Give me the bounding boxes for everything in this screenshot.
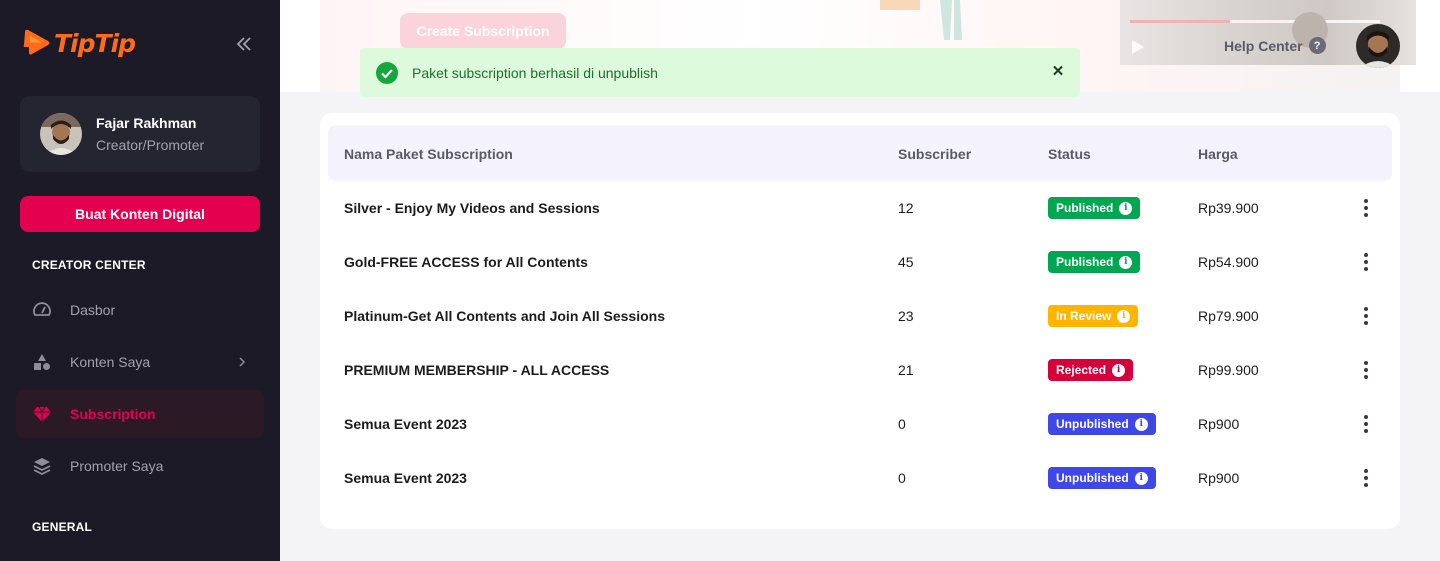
create-subscription-button[interactable]: Create Subscription bbox=[400, 13, 566, 49]
package-name: Silver - Enjoy My Videos and Sessions bbox=[344, 200, 600, 216]
help-center-label: Help Center bbox=[1224, 37, 1303, 54]
status-label: Unpublished bbox=[1056, 417, 1129, 431]
subscriber-count: 12 bbox=[898, 200, 914, 216]
package-price: Rp39.900 bbox=[1198, 200, 1259, 216]
column-header-subscriber: Subscriber bbox=[898, 146, 972, 162]
more-options-icon[interactable] bbox=[1356, 360, 1376, 380]
more-options-icon[interactable] bbox=[1356, 252, 1376, 272]
help-center-link[interactable]: Help Center ? bbox=[1224, 37, 1326, 54]
info-icon: i bbox=[1119, 255, 1133, 269]
column-header-name: Nama Paket Subscription bbox=[344, 146, 513, 162]
package-name: Semua Event 2023 bbox=[344, 416, 467, 432]
info-icon: i bbox=[1134, 417, 1148, 431]
package-price: Rp79.900 bbox=[1198, 308, 1259, 324]
table-row[interactable]: Semua Event 2023 0 Unpublished i Rp900 bbox=[328, 451, 1392, 505]
check-circle-icon bbox=[376, 62, 398, 84]
logo-wordmark: TipTip bbox=[54, 28, 136, 58]
profile-card[interactable]: Fajar Rakhman Creator/Promoter bbox=[20, 96, 260, 172]
status-badge[interactable]: In Review i bbox=[1048, 305, 1139, 327]
illustration-figure bbox=[880, 0, 962, 40]
info-icon: i bbox=[1112, 363, 1126, 377]
status-badge[interactable]: Unpublished i bbox=[1048, 413, 1156, 435]
more-options-icon[interactable] bbox=[1356, 198, 1376, 218]
package-name: Gold-FREE ACCESS for All Contents bbox=[344, 254, 588, 270]
subscription-table-card: Nama Paket Subscription Subscriber Statu… bbox=[320, 113, 1400, 529]
sidebar-item-label: Dasbor bbox=[70, 302, 116, 318]
table-row[interactable]: Semua Event 2023 0 Unpublished i Rp900 bbox=[328, 397, 1392, 451]
success-toast: Paket subscription berhasil di unpublish… bbox=[360, 48, 1080, 97]
status-label: Unpublished bbox=[1056, 471, 1129, 485]
layers-icon bbox=[33, 458, 51, 476]
sidebar-item-label: Promoter Saya bbox=[70, 458, 164, 474]
profile-role: Creator/Promoter bbox=[96, 137, 205, 153]
question-circle-icon: ? bbox=[1308, 37, 1326, 54]
package-price: Rp900 bbox=[1198, 470, 1240, 486]
table-row[interactable]: Silver - Enjoy My Videos and Sessions 12… bbox=[328, 181, 1392, 235]
create-digital-content-button[interactable]: Buat Konten Digital bbox=[20, 196, 260, 232]
package-name: Platinum-Get All Contents and Join All S… bbox=[344, 308, 666, 324]
subscriber-count: 21 bbox=[898, 362, 914, 378]
table-row[interactable]: PREMIUM MEMBERSHIP - ALL ACCESS 21 Rejec… bbox=[328, 343, 1392, 397]
double-chevron-left-icon[interactable] bbox=[234, 34, 254, 54]
more-options-icon[interactable] bbox=[1356, 468, 1376, 488]
sidebar-item-konten-saya[interactable]: Konten Saya bbox=[16, 338, 264, 386]
info-icon: i bbox=[1134, 471, 1148, 485]
sidebar-item-label: Konten Saya bbox=[70, 354, 151, 370]
package-price: Rp900 bbox=[1198, 416, 1240, 432]
toast-message: Paket subscription berhasil di unpublish bbox=[412, 65, 658, 81]
sidebar-item-promoter-saya[interactable]: Promoter Saya bbox=[16, 442, 264, 490]
chevron-right-icon bbox=[239, 357, 246, 367]
table-header: Nama Paket Subscription Subscriber Statu… bbox=[328, 125, 1392, 181]
subscriber-count: 0 bbox=[898, 416, 906, 432]
status-badge[interactable]: Unpublished i bbox=[1048, 467, 1156, 489]
more-options-icon[interactable] bbox=[1356, 414, 1376, 434]
info-icon: i bbox=[1117, 309, 1131, 323]
subscriber-count: 45 bbox=[898, 254, 914, 270]
subscriber-count: 23 bbox=[898, 308, 914, 324]
status-badge[interactable]: Rejected i bbox=[1048, 359, 1134, 381]
more-options-icon[interactable] bbox=[1356, 306, 1376, 326]
sidebar: TipTip Fajar Rakhman Creator/Promoter Bu… bbox=[0, 0, 280, 561]
status-label: Published bbox=[1056, 255, 1114, 269]
sidebar-item-dasbor[interactable]: Dasbor bbox=[16, 286, 264, 334]
tiptip-logo-icon bbox=[23, 29, 50, 55]
speedometer-icon bbox=[33, 302, 51, 316]
diamond-icon bbox=[33, 406, 51, 422]
table-row[interactable]: Gold-FREE ACCESS for All Contents 45 Pub… bbox=[328, 235, 1392, 289]
avatar bbox=[40, 113, 82, 155]
sidebar-item-label: Subscription bbox=[70, 406, 156, 422]
tiptip-logo[interactable]: TipTip bbox=[22, 28, 136, 58]
package-price: Rp54.900 bbox=[1198, 254, 1259, 270]
table-row[interactable]: Platinum-Get All Contents and Join All S… bbox=[328, 289, 1392, 343]
sidebar-item-subscription[interactable]: Subscription bbox=[16, 390, 264, 438]
user-avatar[interactable] bbox=[1356, 24, 1400, 68]
column-header-price: Harga bbox=[1198, 146, 1238, 162]
status-label: Rejected bbox=[1056, 363, 1107, 377]
package-price: Rp99.900 bbox=[1198, 362, 1259, 378]
status-badge[interactable]: Published i bbox=[1048, 197, 1141, 219]
shapes-icon bbox=[34, 354, 50, 370]
close-icon[interactable]: ✕ bbox=[1051, 64, 1065, 79]
status-label: In Review bbox=[1056, 309, 1112, 323]
section-label-creator-center: CREATOR CENTER bbox=[32, 258, 146, 272]
status-label: Published bbox=[1056, 201, 1114, 215]
package-name: Semua Event 2023 bbox=[344, 470, 467, 486]
profile-name: Fajar Rakhman bbox=[96, 115, 197, 131]
package-name: PREMIUM MEMBERSHIP - ALL ACCESS bbox=[344, 362, 610, 378]
section-label-general: GENERAL bbox=[32, 520, 93, 534]
info-icon: i bbox=[1119, 201, 1133, 215]
column-header-status: Status bbox=[1048, 146, 1091, 162]
status-badge[interactable]: Published i bbox=[1048, 251, 1141, 273]
subscriber-count: 0 bbox=[898, 470, 906, 486]
